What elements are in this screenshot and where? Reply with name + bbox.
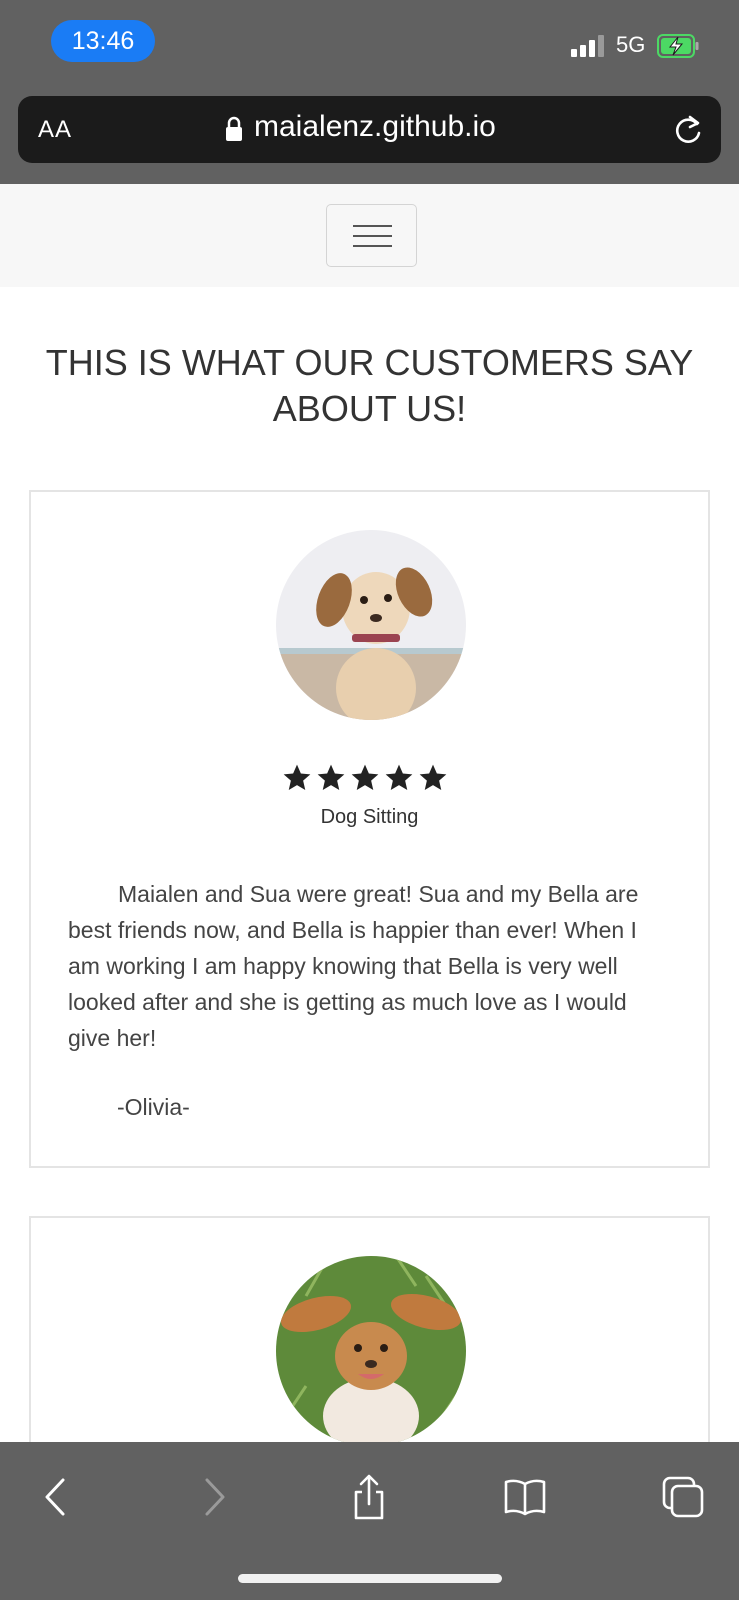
url-text: maialenz.github.io bbox=[254, 110, 496, 143]
signal-icon bbox=[571, 35, 605, 57]
site-navbar bbox=[0, 184, 739, 287]
bookmarks-icon[interactable] bbox=[502, 1474, 548, 1520]
star-icon bbox=[317, 764, 345, 790]
star-icon bbox=[419, 764, 447, 790]
service-label: Dog Sitting bbox=[320, 806, 419, 828]
review-author: -Olivia- bbox=[117, 1094, 190, 1120]
status-time: 13:46 bbox=[51, 20, 155, 62]
text-size-button[interactable]: AA bbox=[38, 116, 72, 144]
review-card: Dog Sitting Maialen and Sua were great! … bbox=[29, 490, 710, 1168]
browser-address-bar: AA maialenz.github.io bbox=[0, 88, 739, 184]
page-title: THIS IS WHAT OUR CUSTOMERS SAY ABOUT US! bbox=[45, 342, 694, 429]
lock-icon bbox=[226, 116, 242, 141]
network-type: 5G bbox=[616, 32, 646, 57]
navbar-toggle-button[interactable] bbox=[326, 204, 417, 267]
battery-charging-icon bbox=[657, 34, 699, 58]
back-icon[interactable] bbox=[33, 1474, 79, 1520]
tabs-icon[interactable] bbox=[660, 1474, 706, 1520]
star-icon bbox=[385, 764, 413, 790]
browser-toolbar bbox=[0, 1442, 739, 1600]
share-icon[interactable] bbox=[346, 1474, 392, 1520]
star-icon bbox=[283, 764, 311, 790]
rating-stars bbox=[281, 762, 461, 794]
dog-photo bbox=[276, 530, 466, 720]
review-card bbox=[29, 1216, 710, 1446]
status-bar: 13:46 5G bbox=[0, 0, 739, 88]
review-text: Maialen and Sua were great! Sua and my B… bbox=[68, 881, 639, 1051]
url-field[interactable]: AA maialenz.github.io bbox=[18, 96, 721, 163]
reload-icon[interactable] bbox=[671, 114, 705, 148]
home-indicator[interactable] bbox=[238, 1574, 502, 1583]
dog-photo bbox=[276, 1256, 466, 1446]
forward-icon[interactable] bbox=[191, 1474, 237, 1520]
star-icon bbox=[351, 764, 379, 790]
